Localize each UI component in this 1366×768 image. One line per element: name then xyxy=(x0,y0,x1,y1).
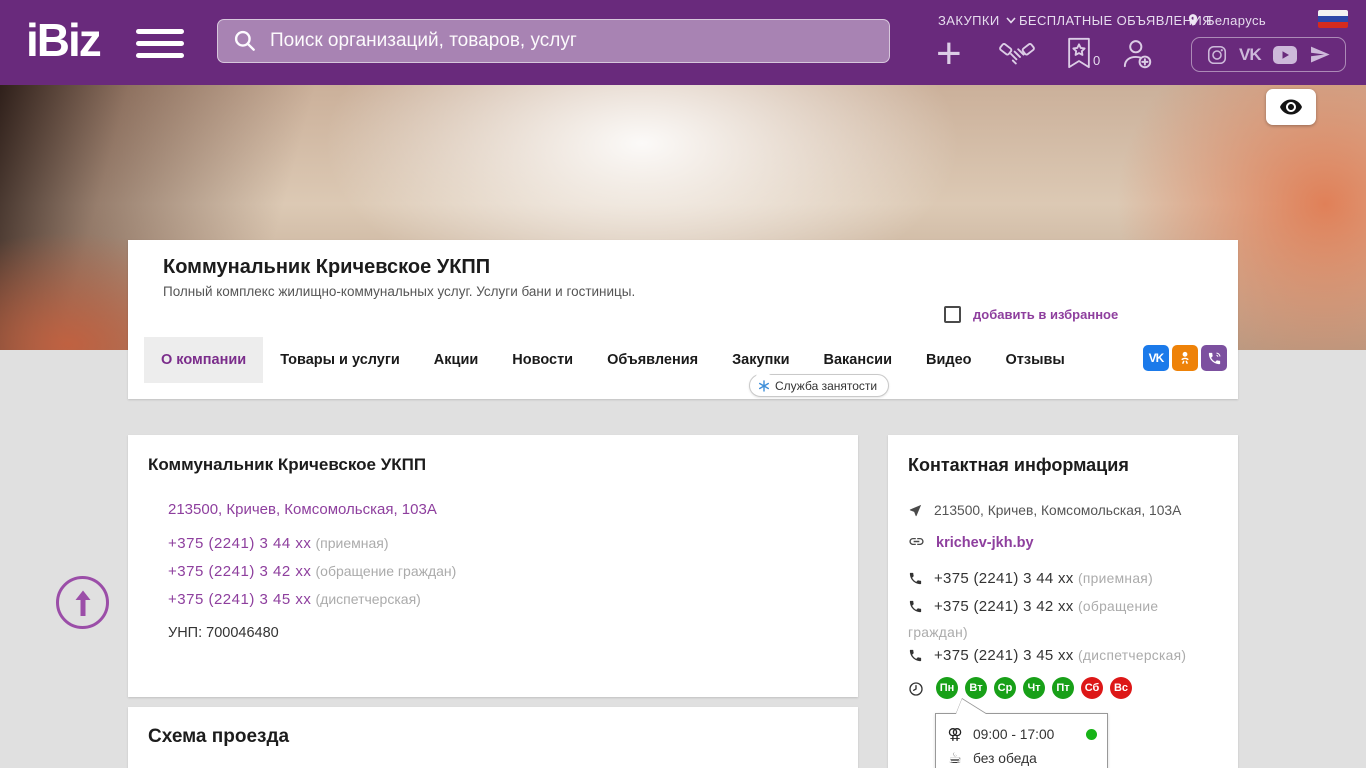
unp-number: УНП: 700046480 xyxy=(168,625,279,641)
telegram-icon[interactable] xyxy=(1309,44,1331,66)
phone-icon xyxy=(908,647,923,670)
search-input[interactable] xyxy=(270,30,875,52)
about-card-title: Коммунальник Кричевское УКПП xyxy=(148,455,427,474)
company-address-link[interactable]: 213500, Кричев, Комсомольская, 103А xyxy=(168,501,437,518)
day-sat[interactable]: Сб xyxy=(1081,677,1103,699)
phone-link[interactable]: +375 (2241) 3 44 xx xyxy=(168,535,311,552)
ibiz-logo[interactable]: iBiz xyxy=(26,12,102,68)
add-company-icon[interactable]: + xyxy=(936,32,962,76)
day-fri[interactable]: Пт xyxy=(1052,677,1074,699)
phone-link[interactable]: +375 (2241) 3 42 xx xyxy=(934,598,1074,615)
viber-badge[interactable] xyxy=(1201,345,1227,371)
phone-link[interactable]: +375 (2241) 3 45 xx xyxy=(168,591,311,608)
add-to-favorites[interactable]: добавить в избранное xyxy=(944,306,1118,323)
language-flag-ru[interactable] xyxy=(1318,10,1348,28)
day-tue[interactable]: Вт xyxy=(965,677,987,699)
tab-about[interactable]: О компании xyxy=(144,337,264,383)
tab-news[interactable]: Новости xyxy=(495,337,590,383)
hamburger-menu-icon[interactable] xyxy=(136,29,184,58)
views-eye-button[interactable] xyxy=(1266,89,1316,125)
vk-icon[interactable]: VK xyxy=(1239,45,1262,65)
navigation-arrow-icon xyxy=(908,502,923,525)
phone-row: +375 (2241) 3 42 xx (обращение граждан) xyxy=(168,563,457,580)
link-icon xyxy=(908,533,925,557)
scroll-to-top-button[interactable] xyxy=(56,576,109,629)
tab-promotions[interactable]: Акции xyxy=(417,337,495,383)
favorite-label: добавить в избранное xyxy=(973,307,1119,322)
contact-phone-row: +375 (2241) 3 44 xx (приемная) xyxy=(908,567,1220,593)
contact-phone-row: +375 (2241) 3 42 xx (обращение граждан) xyxy=(908,598,1159,640)
company-social-links: VK xyxy=(1143,345,1227,371)
company-description: Полный комплекс жилищно-коммунальных усл… xyxy=(163,284,636,299)
hours-row: ⚢ 09:00 - 17:00 xyxy=(946,722,1097,746)
phone-icon xyxy=(908,598,923,621)
contact-address-row: 213500, Кричев, Комсомольская, 103А xyxy=(908,499,1220,525)
phone-row: +375 (2241) 3 45 xx (диспетчерская) xyxy=(168,591,421,608)
working-hours-popup: ⚢ 09:00 - 17:00 ☕ без обеда xyxy=(935,713,1108,768)
region-selector[interactable]: Беларусь xyxy=(1186,12,1266,28)
phone-link[interactable]: +375 (2241) 3 42 xx xyxy=(168,563,311,580)
work-tools-icon: ⚢ xyxy=(947,725,963,743)
contact-info-title: Контактная информация xyxy=(908,455,1129,475)
top-header: iBiz ЗАКУПКИ БЕСПЛАТНЫЕ ОБЪЯВЛЕНИЯ Белар… xyxy=(0,0,1366,85)
tab-ads[interactable]: Объявления xyxy=(590,337,715,383)
weekday-badges: Пн Вт Ср Чт Пт Сб Вс xyxy=(936,677,1132,699)
clock-icon xyxy=(908,681,924,704)
tab-reviews[interactable]: Отзывы xyxy=(989,337,1082,383)
about-company-card: Коммунальник Кричевское УКПП 213500, Кри… xyxy=(128,435,858,697)
day-thu[interactable]: Чт xyxy=(1023,677,1045,699)
open-now-indicator xyxy=(1086,728,1097,740)
odnoklassniki-badge[interactable] xyxy=(1172,345,1198,371)
website-link[interactable]: krichev-jkh.by xyxy=(936,535,1034,551)
search-bar[interactable] xyxy=(217,19,890,63)
phone-icon xyxy=(908,570,923,593)
contact-website-row: krichev-jkh.by xyxy=(908,531,1220,557)
location-pin-icon xyxy=(1188,14,1198,26)
arrow-up-icon xyxy=(75,590,90,616)
phone-link[interactable]: +375 (2241) 3 44 xx xyxy=(934,570,1074,587)
bookmarks-icon[interactable] xyxy=(1066,37,1092,74)
eye-icon xyxy=(1280,99,1302,115)
employment-service-badge[interactable]: Служба занятости xyxy=(749,368,890,397)
nav-free-ads[interactable]: БЕСПЛАТНЫЕ ОБЪЯВЛЕНИЯ xyxy=(1019,13,1212,28)
day-sun[interactable]: Вс xyxy=(1110,677,1132,699)
handshake-icon[interactable] xyxy=(998,38,1036,75)
day-wed[interactable]: Ср xyxy=(994,677,1016,699)
lunch-row: ☕ без обеда xyxy=(946,746,1097,768)
phone-link[interactable]: +375 (2241) 3 45 xx xyxy=(934,647,1074,664)
contact-info-card: Контактная информация 213500, Кричев, Ко… xyxy=(888,435,1238,768)
user-account-icon[interactable] xyxy=(1120,37,1154,76)
company-profile-card: Коммунальник Кричевское УКПП Полный комп… xyxy=(128,240,1238,399)
day-mon[interactable]: Пн xyxy=(936,677,958,699)
company-tabs: О компании Товары и услуги Акции Новости… xyxy=(144,337,1082,383)
chevron-down-icon xyxy=(1005,17,1016,24)
instagram-icon[interactable] xyxy=(1206,44,1228,66)
bookmarks-count: 0 xyxy=(1093,53,1101,68)
route-map-card: Схема проезда xyxy=(128,707,858,768)
page-title: Коммунальник Кричевское УКПП xyxy=(163,256,491,278)
favorite-checkbox[interactable] xyxy=(944,306,961,323)
header-social-links: VK xyxy=(1191,37,1346,72)
contact-phone-row: +375 (2241) 3 45 xx (диспетчерская) xyxy=(908,644,1220,670)
coffee-cup-icon: ☕ xyxy=(948,749,962,767)
youtube-icon[interactable] xyxy=(1272,45,1298,65)
vk-badge[interactable]: VK xyxy=(1143,345,1169,371)
tab-video[interactable]: Видео xyxy=(909,337,989,383)
tab-products[interactable]: Товары и услуги xyxy=(263,337,417,383)
phone-row: +375 (2241) 3 44 xx (приемная) xyxy=(168,535,389,552)
search-icon xyxy=(234,30,255,51)
employment-service-icon xyxy=(759,379,769,392)
nav-procurement[interactable]: ЗАКУПКИ xyxy=(938,13,1016,28)
route-map-title: Схема проезда xyxy=(148,726,290,747)
